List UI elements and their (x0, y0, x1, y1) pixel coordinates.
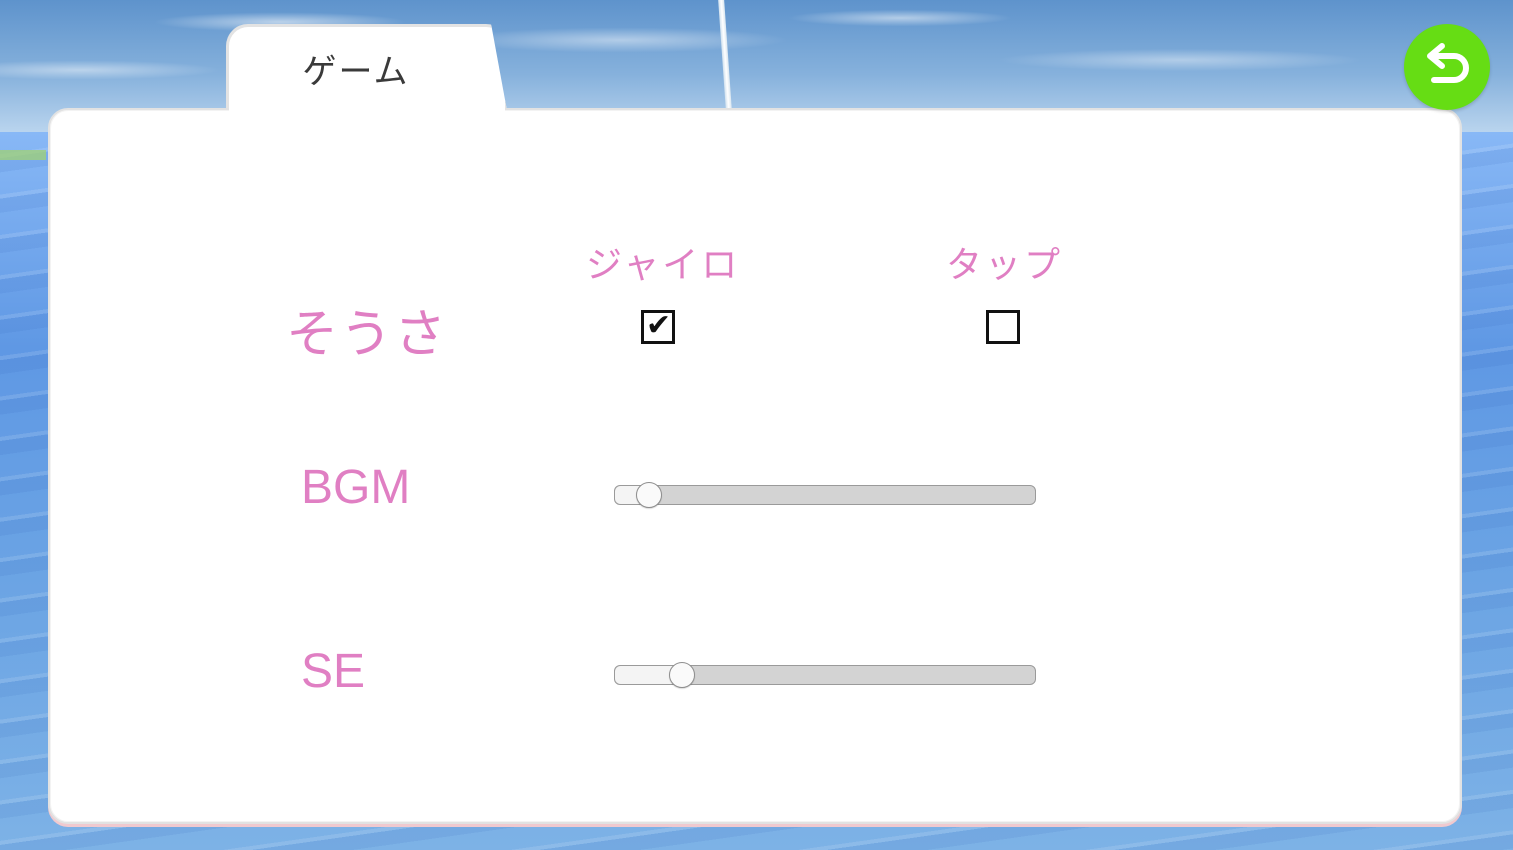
se-label: SE (301, 645, 366, 698)
settings-panel (48, 108, 1462, 824)
gyro-label: ジャイロ (586, 245, 741, 286)
controls-label: そうさ (286, 305, 449, 365)
bgm-slider-handle[interactable] (635, 482, 662, 508)
undo-arrow-icon (1427, 43, 1469, 83)
tap-label: タップ (946, 245, 1064, 286)
se-slider-handle[interactable] (669, 662, 696, 688)
bgm-slider[interactable] (614, 482, 1036, 508)
tab-joint (229, 104, 505, 114)
gyro-checkbox[interactable]: ✔ (641, 308, 675, 344)
shore-strip (0, 150, 46, 160)
bgm-label: BGM (301, 461, 411, 514)
tab-game-label: ゲーム (302, 52, 410, 92)
tap-checkbox[interactable] (986, 310, 1020, 344)
se-slider[interactable] (614, 662, 1036, 688)
checkmark-icon: ✔ (646, 308, 672, 343)
back-button[interactable] (1404, 24, 1490, 110)
